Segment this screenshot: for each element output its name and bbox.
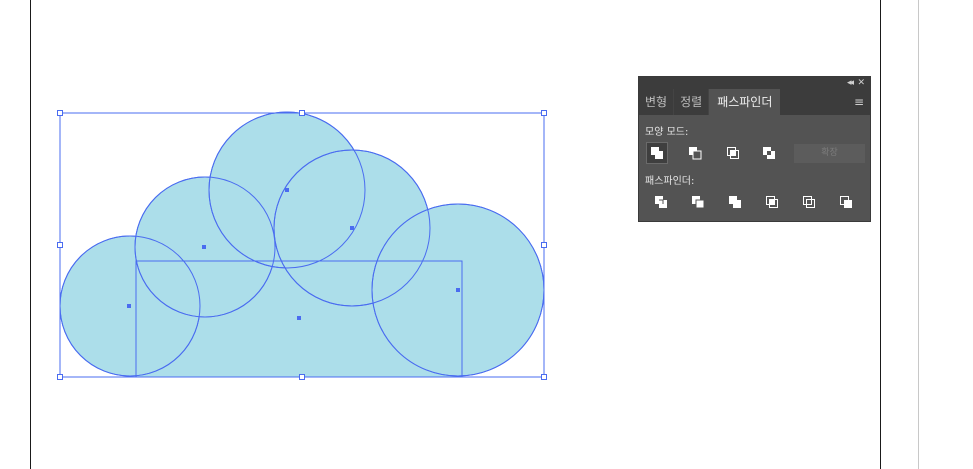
- selected-shape-group[interactable]: [59, 111, 545, 378]
- expand-button[interactable]: 확장: [794, 144, 865, 163]
- tab-pathfinder[interactable]: 패스파인더: [709, 89, 781, 115]
- pathfinders-label: 패스파인더:: [645, 176, 695, 187]
- unite-icon: [651, 147, 663, 159]
- handle-top-right: [541, 110, 547, 116]
- outline-icon: [803, 196, 815, 208]
- handle-top-center: [299, 110, 305, 116]
- tab-transform[interactable]: 변형: [639, 89, 675, 115]
- panel-tab-bar: 변형 정렬 패스파인더 ≡: [639, 89, 870, 115]
- handle-middle-left: [57, 242, 63, 248]
- close-icon[interactable]: ✕: [857, 77, 865, 89]
- trim-button[interactable]: [687, 191, 709, 213]
- collapse-icon[interactable]: ◂◂: [847, 77, 854, 89]
- outline-button[interactable]: [798, 191, 820, 213]
- pathfinder-panel: ◂◂ ✕ 변형 정렬 패스파인더 ≡ 모양 모드: 확장 패스파인더:: [638, 76, 871, 222]
- minus-back-icon: [840, 196, 852, 208]
- handle-bottom-right: [541, 374, 547, 380]
- exclude-icon: [763, 147, 775, 159]
- tab-align[interactable]: 정렬: [674, 89, 710, 115]
- handle-middle-right: [541, 242, 547, 248]
- handle-bottom-left: [57, 374, 63, 380]
- unite-button[interactable]: [646, 142, 668, 164]
- intersect-icon: [727, 147, 739, 159]
- crop-button[interactable]: [761, 191, 783, 213]
- merge-button[interactable]: [724, 191, 746, 213]
- trim-icon: [692, 196, 705, 209]
- crop-icon: [766, 196, 778, 208]
- minus-front-button[interactable]: [684, 142, 706, 164]
- divide-icon: [655, 196, 667, 208]
- minus-front-icon: [689, 147, 702, 160]
- intersect-button[interactable]: [722, 142, 744, 164]
- canvas-artwork[interactable]: [0, 0, 973, 469]
- panel-menu-icon[interactable]: ≡: [854, 95, 864, 109]
- exclude-button[interactable]: [758, 142, 780, 164]
- minus-back-button[interactable]: [835, 191, 857, 213]
- panel-title-bar[interactable]: ◂◂ ✕: [639, 77, 870, 89]
- handle-bottom-center: [299, 374, 305, 380]
- handle-top-left: [57, 110, 63, 116]
- divide-button[interactable]: [650, 191, 672, 213]
- shape-modes-label: 모양 모드:: [645, 127, 689, 138]
- merge-icon: [729, 196, 741, 208]
